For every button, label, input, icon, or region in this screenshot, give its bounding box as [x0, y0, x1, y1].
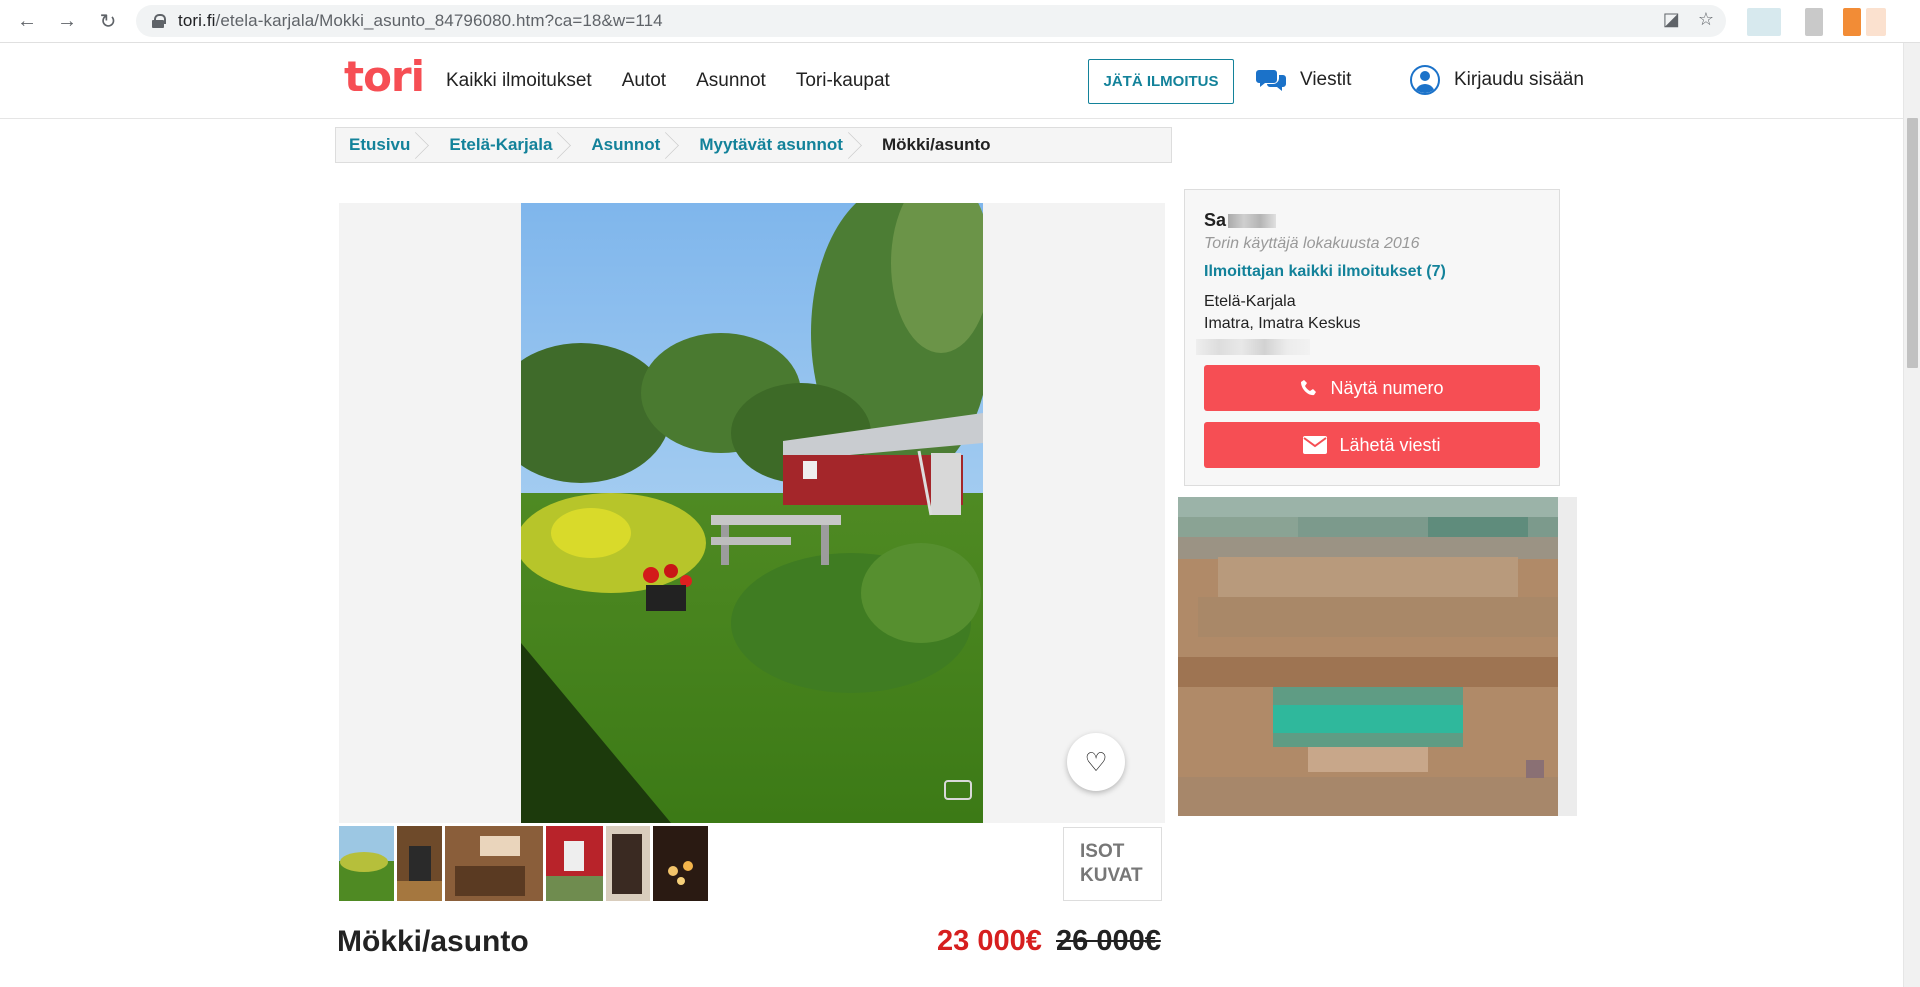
listing-old-price: 26 000€	[1056, 925, 1161, 957]
extension-icon[interactable]	[1805, 8, 1823, 36]
site-header: tori Kaikki ilmoitukset Autot Asunnot To…	[0, 44, 1903, 119]
user-icon	[1410, 65, 1440, 95]
extension-icon[interactable]	[1866, 8, 1886, 36]
nav-cars[interactable]: Autot	[622, 70, 666, 92]
tori-logo[interactable]: tori	[344, 52, 425, 101]
page-scrollbar[interactable]	[1903, 43, 1920, 987]
breadcrumb-region[interactable]: Etelä-Karjala	[427, 128, 569, 162]
favorite-heart-icon[interactable]: ♡	[1067, 733, 1125, 791]
advertisement[interactable]	[1178, 497, 1577, 816]
forward-icon[interactable]: →	[54, 8, 80, 34]
messages-label: Viestit	[1300, 69, 1352, 90]
seller-all-ads-link[interactable]: Ilmoittajan kaikki ilmoitukset (7)	[1204, 263, 1540, 281]
nav-housing[interactable]: Asunnot	[696, 70, 766, 92]
scrollbar-thumb[interactable]	[1907, 118, 1918, 368]
reload-icon[interactable]: ↻	[95, 8, 121, 34]
thumbnail-5[interactable]	[606, 826, 650, 901]
seller-location: Etelä-Karjala Imatra, Imatra Keskus	[1204, 291, 1540, 335]
extension-icon[interactable]	[1747, 8, 1781, 36]
main-photo[interactable]	[521, 203, 983, 823]
breadcrumb-for-sale[interactable]: Myytävät asunnot	[677, 128, 860, 162]
show-number-label: Näytä numero	[1330, 377, 1444, 398]
url-text[interactable]: tori.fi/etela-karjala/Mokki_asunto_84796…	[178, 11, 663, 31]
nav-tori-shops[interactable]: Tori-kaupat	[796, 70, 890, 92]
messages-link[interactable]: Viestit	[1256, 68, 1351, 92]
thumbnail-6[interactable]	[653, 826, 708, 901]
seller-box: Sa Torin käyttäjä lokakuusta 2016 Ilmoit…	[1184, 189, 1560, 486]
main-nav: Kaikki ilmoitukset Autot Asunnot Tori-ka…	[446, 70, 890, 92]
listing-title: Mökki/asunto	[337, 925, 529, 958]
breadcrumb-current: Mökki/asunto	[881, 135, 991, 154]
send-message-label: Lähetä viesti	[1339, 434, 1441, 455]
send-message-button[interactable]: Lähetä viesti	[1204, 422, 1540, 468]
translate-icon[interactable]: ◪	[1663, 9, 1680, 30]
big-pictures-button[interactable]: ISOT KUVAT	[1063, 827, 1162, 901]
url-path: /etela-karjala/Mokki_asunto_84796080.htm…	[215, 11, 663, 30]
phone-icon	[1301, 380, 1317, 396]
seller-name: Sa	[1204, 210, 1540, 231]
envelope-icon	[1303, 436, 1328, 454]
breadcrumb-home[interactable]: Etusivu	[336, 128, 427, 162]
seller-since: Torin käyttäjä lokakuusta 2016	[1204, 235, 1420, 252]
nav-all-ads[interactable]: Kaikki ilmoitukset	[446, 70, 592, 92]
blurred-detail	[1196, 339, 1310, 355]
address-bar[interactable]: tori.fi/etela-karjala/Mokki_asunto_84796…	[136, 5, 1726, 37]
listing-price: 23 000€	[937, 925, 1042, 957]
thumbnail-strip	[339, 826, 708, 901]
thumbnail-2[interactable]	[397, 826, 442, 901]
breadcrumb-housing[interactable]: Asunnot	[569, 128, 677, 162]
back-icon[interactable]: ←	[14, 8, 40, 34]
lock-icon	[152, 14, 166, 28]
seller-region: Etelä-Karjala	[1204, 293, 1296, 310]
chat-icon	[1256, 70, 1286, 91]
post-ad-button[interactable]: JÄTÄ ILMOITUS	[1088, 59, 1234, 104]
seller-name-text: Sa	[1204, 210, 1227, 230]
login-link[interactable]: Kirjaudu sisään	[1410, 65, 1584, 95]
star-icon[interactable]: ☆	[1698, 9, 1714, 30]
login-label: Kirjaudu sisään	[1454, 69, 1584, 90]
url-host: tori.fi	[178, 11, 216, 30]
breadcrumb: Etusivu Etelä-Karjala Asunnot Myytävät a…	[335, 127, 1172, 163]
thumbnail-1[interactable]	[339, 826, 394, 901]
big-pictures-line2: KUVAT	[1080, 865, 1143, 886]
thumbnail-4[interactable]	[546, 826, 603, 901]
extension-icon[interactable]	[1843, 8, 1861, 36]
big-pictures-line1: ISOT	[1080, 841, 1125, 862]
blurred-name	[1228, 213, 1277, 228]
seller-city: Imatra, Imatra Keskus	[1204, 315, 1361, 332]
browser-toolbar: ← → ↻ tori.fi/etela-karjala/Mokki_asunto…	[0, 0, 1920, 43]
image-gallery: ♡	[339, 203, 1165, 823]
thumbnail-3[interactable]	[445, 826, 543, 901]
show-number-button[interactable]: Näytä numero	[1204, 365, 1540, 411]
